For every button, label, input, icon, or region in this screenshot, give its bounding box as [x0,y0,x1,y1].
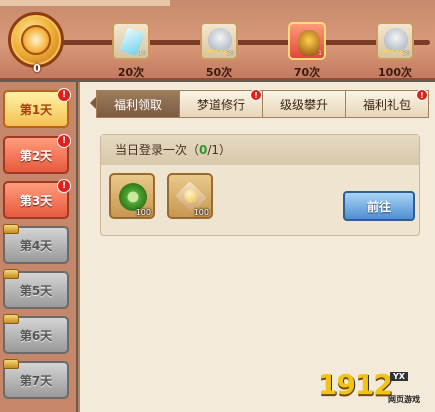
milestone-reward-70[interactable]: 1 [288,22,326,60]
day-tab-label: 第6天 [19,328,53,343]
welfare-panel: 福利领取 梦道修行 ! 级级攀升 福利礼包 ! 当日登录一次（0/1） 100 … [78,82,435,412]
tab-label: 福利领取 [113,97,162,112]
reward-qty: 1 [318,50,322,57]
lock-icon [3,269,19,279]
tab-label: 梦道修行 [196,97,245,112]
tab-label: 福利礼包 [362,97,411,112]
alert-badge-icon: ! [416,89,428,101]
day-tab-label: 第7天 [19,373,53,388]
watermark-sub: 网页游戏 [388,395,420,404]
item-qty: 100 [193,208,209,217]
day-sidebar: 第1天 ! 第2天 ! 第3天 ! 第4天 第5天 第6天 第7天 [0,82,76,412]
day-tab-label: 第1天 [19,102,53,117]
tab-welfare-pack[interactable]: 福利礼包 ! [345,89,429,118]
day-tab-label: 第5天 [19,283,53,298]
day-tab-3[interactable]: 第3天 ! [3,179,71,219]
day-tab-7[interactable]: 第7天 [3,359,69,399]
reward-item-slot[interactable]: 100 [109,173,155,219]
lock-icon [3,224,19,234]
taiji-icon [21,25,51,55]
treasure-pot-icon [298,30,320,56]
tab-welfare-claim[interactable]: 福利领取 [96,90,179,118]
tab-label: 级级攀升 [279,97,328,112]
activity-count: 0 [33,62,41,75]
task-title-text: 当日登录一次（ [115,143,200,157]
day-tab-label: 第3天 [19,193,53,208]
reward-item-slot[interactable]: 100 [167,173,213,219]
dumpling-icon [184,189,198,203]
alert-badge-icon: ! [57,179,71,193]
watermark-digits: 1912 [318,368,393,401]
alert-badge-icon: ! [250,89,262,101]
task-card: 当日登录一次（0/1） 100 100 前往 [100,134,420,236]
milestone-reward-20[interactable]: 10 [112,22,150,60]
alert-badge-icon: ! [57,88,71,102]
jade-ring-icon [119,183,147,211]
day-tab-6[interactable]: 第6天 [3,314,69,354]
milestone-label-20: 20次 [117,66,145,79]
category-tabs: 福利领取 梦道修行 ! 级级攀升 福利礼包 ! [96,89,429,118]
star-rating-icon: ★★★★★ [205,48,228,55]
day-tab-label: 第4天 [19,238,53,253]
milestone-reward-100[interactable]: ★★★★★ 30 [376,22,414,60]
site-watermark-logo: 1912 YX 网页游戏 [318,368,430,408]
day-tab-2[interactable]: 第2天 ! [3,134,71,174]
milestone-reward-50[interactable]: ★★★★★ 30 [200,22,238,60]
day-tab-5[interactable]: 第5天 [3,269,69,309]
tab-level-up[interactable]: 级级攀升 [262,90,345,118]
reward-qty: 30 [226,50,234,57]
day-tab-4[interactable]: 第4天 [3,224,69,264]
star-rating-icon: ★★★★★ [381,48,404,55]
tab-dream-training[interactable]: 梦道修行 ! [179,89,262,118]
task-title: 当日登录一次（0/1） [101,135,419,165]
go-button[interactable]: 前往 [343,191,415,221]
task-progress-total: /1） [207,143,232,157]
title-strip [0,0,170,6]
watermark-tag: YX [390,372,408,381]
activity-header: 0 10 ★★★★★ 30 1 ★★★★★ 30 20次 50次 70次 100… [0,0,435,80]
lock-icon [3,314,19,324]
item-qty: 100 [135,208,151,217]
milestone-label-50: 50次 [205,66,233,79]
activity-medallion-icon[interactable] [8,12,64,68]
day-tab-1[interactable]: 第1天 ! [3,88,71,128]
lock-icon [3,359,19,369]
reward-qty: 10 [138,50,146,57]
day-tab-label: 第2天 [19,148,53,163]
milestone-label-100: 100次 [378,66,412,79]
milestone-label-70: 70次 [293,66,321,79]
reward-qty: 30 [402,50,410,57]
alert-badge-icon: ! [57,134,71,148]
